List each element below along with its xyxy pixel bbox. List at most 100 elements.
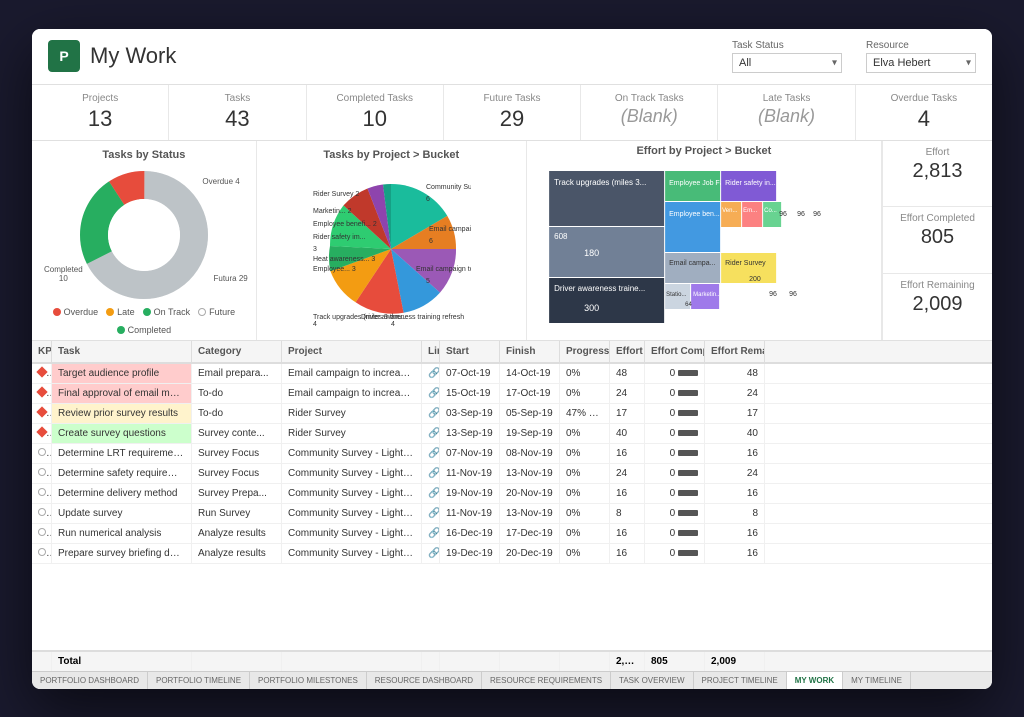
kpi-ontrack-tasks: On Track Tasks (Blank) (581, 85, 718, 140)
task-status-select-wrapper[interactable]: All (732, 53, 842, 73)
resource-select[interactable]: Elva Hebert (866, 53, 976, 73)
td-effort-completed: 0 (645, 504, 705, 523)
table-row[interactable]: Determine safety requirements Survey Foc… (32, 464, 992, 484)
label-community: Community Survey - Light Rail P2 (426, 184, 471, 191)
td-link[interactable]: 🔗 (422, 444, 440, 463)
td-effort: 40 (610, 424, 645, 443)
table-row[interactable]: Determine LRT requirements Survey Focus … (32, 444, 992, 464)
td-link[interactable]: 🔗 (422, 364, 440, 383)
td-link[interactable]: 🔗 (422, 384, 440, 403)
table-row[interactable]: Target audience profile Email prepara...… (32, 364, 992, 384)
block-email-campa (665, 253, 720, 283)
stat-effort-completed-value: 805 (893, 226, 982, 249)
td-start: 19-Nov-19 (440, 484, 500, 503)
tab-portfolio-dashboard[interactable]: PORTFOLIO DASHBOARD (32, 672, 148, 689)
progress-fill (589, 410, 602, 416)
table-row[interactable]: Review prior survey results To-do Rider … (32, 404, 992, 424)
td-task: Determine safety requirements (52, 464, 192, 483)
td-progress: 0% (560, 364, 610, 383)
total-effort-completed: 805 (645, 652, 705, 671)
td-task: Review prior survey results (52, 404, 192, 423)
stat-effort-completed-label: Effort Completed (893, 213, 982, 224)
td-kpi (32, 424, 52, 443)
effort-bar (678, 530, 698, 536)
task-status-select[interactable]: All (732, 53, 842, 73)
table-row[interactable]: Final approval of email message To-do Em… (32, 384, 992, 404)
tab-task-overview[interactable]: TASK OVERVIEW (611, 672, 694, 689)
td-link[interactable]: 🔗 (422, 544, 440, 563)
block-email-campa-label: Email campa... (669, 260, 715, 267)
table-row[interactable]: Determine delivery method Survey Prepa..… (32, 484, 992, 504)
td-link[interactable]: 🔗 (422, 404, 440, 423)
charts-row: Tasks by Status Overdue 4 (32, 141, 992, 341)
block-employee-ben-label: Employee ben... (669, 211, 720, 218)
table-row[interactable]: Create survey questions Survey conte... … (32, 424, 992, 444)
kpi-completed-tasks: Completed Tasks 10 (307, 85, 444, 140)
td-link[interactable]: 🔗 (422, 524, 440, 543)
td-link[interactable]: 🔗 (422, 464, 440, 483)
td-start: 11-Nov-19 (440, 504, 500, 523)
effort-bar (678, 430, 698, 436)
td-progress: 0% (560, 524, 610, 543)
tab-project-timeline[interactable]: PROJECT TIMELINE (694, 672, 787, 689)
block-em (742, 202, 762, 227)
pie-group (329, 183, 456, 313)
td-kpi (32, 464, 52, 483)
stat-effort-remaining-label: Effort Remaining (893, 280, 982, 291)
kpi-late-tasks: Late Tasks (Blank) (718, 85, 855, 140)
val-180: 180 (584, 248, 599, 258)
late-dot (106, 308, 114, 316)
td-start: 03-Sep-19 (440, 404, 500, 423)
tab-resource-dashboard[interactable]: RESOURCE DASHBOARD (367, 672, 482, 689)
td-kpi (32, 444, 52, 463)
resource-select-wrapper[interactable]: Elva Hebert (866, 53, 976, 73)
td-effort: 24 (610, 464, 645, 483)
kpi-tasks: Tasks 43 (169, 85, 306, 140)
header: P My Work Task Status All Resource Elva … (32, 29, 992, 85)
label-heat: Heat awareness... 3 (313, 256, 375, 263)
val-200: 200 (749, 276, 761, 283)
td-progress: 0% (560, 384, 610, 403)
table-row[interactable]: Run numerical analysis Analyze results C… (32, 524, 992, 544)
label-ridersafety-im: Rider safety im... (313, 234, 366, 241)
tab-portfolio-milestones[interactable]: PORTFOLIO MILESTONES (250, 672, 367, 689)
table-row[interactable]: Update survey Run Survey Community Surve… (32, 504, 992, 524)
total-effort-remaining: 2,009 (705, 652, 765, 671)
tab-my-timeline[interactable]: MY TIMELINE (843, 672, 911, 689)
table-section: KPI Task Category Project Link Start Fin… (32, 341, 992, 671)
val-300: 300 (584, 303, 599, 313)
tab-portfolio-timeline[interactable]: PORTFOLIO TIMELINE (148, 672, 250, 689)
label-ridersafety-top: Rider Survey 2 (313, 191, 359, 198)
stat-effort-completed: Effort Completed 805 (883, 207, 992, 274)
td-category: Email prepara... (192, 364, 282, 383)
label-6a: 6 (426, 196, 430, 203)
effort-treemap: Track upgrades (miles 3... Employee Job … (531, 161, 877, 336)
td-effort-remaining: 16 (705, 484, 765, 503)
legend-future: Future (198, 307, 235, 317)
kpi-circle-icon (38, 528, 46, 536)
block-marketing-label: Marketin... (693, 292, 721, 298)
td-category: Run Survey (192, 504, 282, 523)
tab-resource-requirements[interactable]: RESOURCE REQUIREMENTS (482, 672, 611, 689)
td-kpi (32, 404, 52, 423)
td-link[interactable]: 🔗 (422, 484, 440, 503)
table-body[interactable]: Target audience profile Email prepara...… (32, 364, 992, 650)
td-effort-remaining: 48 (705, 364, 765, 383)
td-progress: 0% (560, 464, 610, 483)
td-kpi (32, 524, 52, 543)
col-effort-completed: Effort Completed (645, 341, 705, 362)
completed-dot (117, 326, 125, 334)
table-row[interactable]: Prepare survey briefing deck Analyze res… (32, 544, 992, 564)
ontrack-dot (143, 308, 151, 316)
effort-by-project-title: Effort by Project > Bucket (531, 145, 877, 157)
td-finish: 20-Nov-19 (500, 484, 560, 503)
td-effort-remaining: 24 (705, 464, 765, 483)
resource-label: Resource (866, 40, 976, 51)
td-finish: 17-Oct-19 (500, 384, 560, 403)
td-link[interactable]: 🔗 (422, 424, 440, 443)
tab-my-work[interactable]: MY WORK (787, 672, 843, 689)
kpi-future-tasks: Future Tasks 29 (444, 85, 581, 140)
future-label: Futura 29 (214, 274, 248, 283)
td-effort: 24 (610, 384, 645, 403)
td-link[interactable]: 🔗 (422, 504, 440, 523)
